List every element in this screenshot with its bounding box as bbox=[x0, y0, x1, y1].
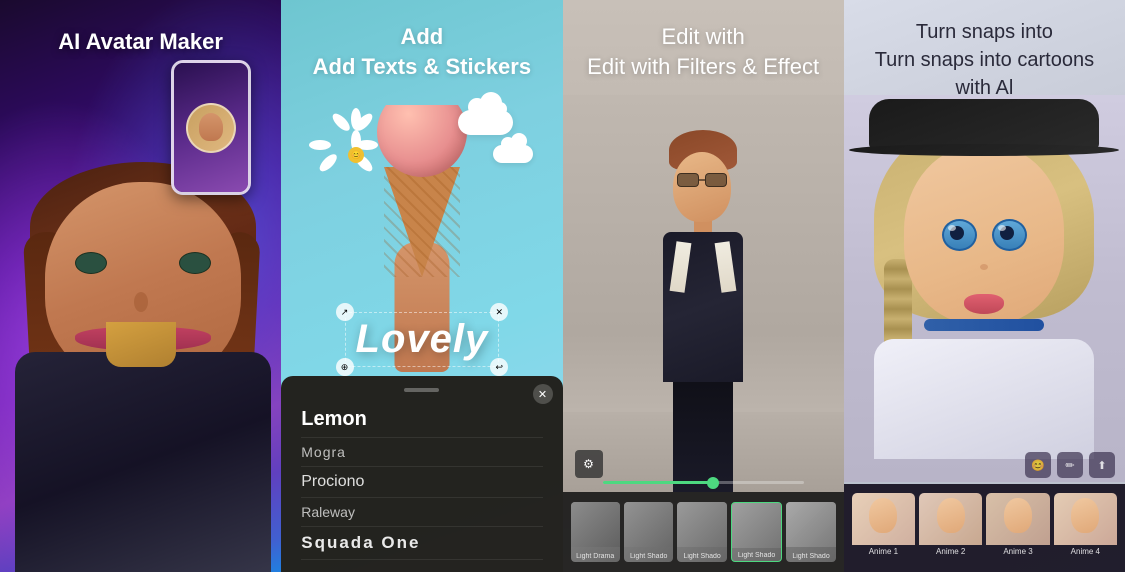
fashion-figure bbox=[638, 130, 768, 492]
anime-preview-3 bbox=[986, 493, 1049, 545]
anime-face-container bbox=[844, 95, 1125, 482]
anime-eyes bbox=[934, 219, 1034, 251]
filter-slider[interactable] bbox=[603, 481, 804, 484]
lovely-text-area: ↗ ✕ ↩ ⊕ Lovely bbox=[281, 312, 562, 367]
filter-strip: Light Drama Light Shado Light Shado Ligh… bbox=[563, 492, 844, 572]
anime-thumb-3[interactable]: Anime 3 bbox=[986, 493, 1049, 563]
ice-cream-cone bbox=[384, 167, 460, 277]
card-4-title: Turn snaps intoTurn snaps into cartoons … bbox=[859, 18, 1110, 102]
anime-thumb-2[interactable]: Anime 2 bbox=[919, 493, 982, 563]
export-icon: ⬆ bbox=[1097, 459, 1106, 472]
sunglasses bbox=[677, 172, 727, 188]
jacket-torso bbox=[663, 232, 743, 382]
filter-thumb-2[interactable]: Light Shado bbox=[624, 502, 673, 562]
rotate-handle[interactable]: ↗ bbox=[336, 303, 354, 321]
filter-label-3: Light Shado bbox=[677, 553, 726, 560]
slider-thumb[interactable] bbox=[707, 477, 719, 489]
delete-handle[interactable]: ✕ bbox=[490, 303, 508, 321]
filter-thumb-4[interactable]: Light Shado bbox=[731, 502, 782, 562]
export-icon-btn[interactable]: ⬆ bbox=[1089, 452, 1115, 478]
card-1-title: AI Avatar Maker bbox=[0, 28, 281, 57]
anime-preview-1 bbox=[852, 493, 915, 545]
face-icon-btn[interactable]: 😊 bbox=[1025, 452, 1051, 478]
filter-label-5: Light Shado bbox=[786, 553, 835, 560]
card-cartoons-ai: Turn snaps intoTurn snaps into cartoons … bbox=[844, 0, 1125, 572]
card-3-title: Edit withEdit with Filters & Effect bbox=[563, 22, 844, 81]
anime-left-eye bbox=[942, 219, 977, 251]
edit-icon-btn[interactable]: ✏ bbox=[1057, 452, 1083, 478]
anime-lips bbox=[964, 294, 1004, 314]
font-item-lemon[interactable]: Lemon bbox=[301, 402, 542, 438]
font-panel: ✕ Lemon Mogra Prociono Raleway Squada On… bbox=[281, 376, 562, 572]
daisy-sticker: 😊 bbox=[331, 130, 381, 180]
font-item-prociono[interactable]: Prociono bbox=[301, 467, 542, 498]
card-texts-stickers: AddAdd Texts & Stickers 😊 bbox=[281, 0, 562, 572]
filter-thumb-5[interactable]: Light Shado bbox=[786, 502, 835, 562]
nose bbox=[134, 292, 148, 312]
anime-icons-row: 😊 ✏ ⬆ bbox=[844, 452, 1125, 478]
close-button[interactable]: ✕ bbox=[533, 384, 553, 404]
filter-thumb-1[interactable]: Light Drama bbox=[571, 502, 620, 562]
app-screenshot: AI Avatar Maker bbox=[0, 0, 1125, 572]
settings-icon[interactable]: ⚙ bbox=[575, 450, 603, 478]
anime-preview-2 bbox=[919, 493, 982, 545]
daisy-face: 😊 bbox=[351, 151, 361, 160]
anime-face-oval-4 bbox=[1071, 498, 1099, 533]
slider-fill bbox=[603, 481, 714, 484]
filter-label-4: Light Shado bbox=[732, 552, 781, 559]
phone-screen bbox=[174, 63, 248, 192]
hat-brim bbox=[849, 144, 1119, 156]
anime-shoulders bbox=[874, 339, 1094, 459]
font-item-squada[interactable]: Squada One bbox=[301, 527, 542, 560]
cloud-sticker-2 bbox=[493, 145, 533, 163]
mini-avatar bbox=[186, 103, 236, 153]
collar bbox=[106, 322, 176, 367]
fashion-head bbox=[673, 152, 731, 222]
card-ai-avatar: AI Avatar Maker bbox=[0, 0, 281, 572]
anime-label-4: Anime 4 bbox=[1054, 547, 1117, 556]
anime-label-3: Anime 3 bbox=[986, 547, 1049, 556]
copy-handle[interactable]: ⊕ bbox=[336, 358, 354, 376]
phone-mockup bbox=[171, 60, 251, 195]
font-item-mogra[interactable]: Mogra bbox=[301, 438, 542, 467]
anime-thumb-4[interactable]: Anime 4 bbox=[1054, 493, 1117, 563]
anime-face-oval-2 bbox=[937, 498, 965, 533]
fashion-scene bbox=[563, 95, 844, 492]
anime-thumb-1[interactable]: Anime 1 bbox=[852, 493, 915, 563]
anime-preview-4 bbox=[1054, 493, 1117, 545]
left-eye bbox=[75, 252, 107, 274]
anime-right-eye bbox=[992, 219, 1027, 251]
filter-thumb-3[interactable]: Light Shado bbox=[677, 502, 726, 562]
filter-label-1: Light Drama bbox=[571, 553, 620, 560]
face-icon: 😊 bbox=[1031, 459, 1045, 472]
anime-face-oval-1 bbox=[869, 498, 897, 533]
anime-choker bbox=[924, 319, 1044, 331]
anime-style-carousel: Anime 1 Anime 2 Anime 3 Anime 4 bbox=[844, 484, 1125, 572]
anime-figure bbox=[884, 119, 1084, 459]
card-2-title: AddAdd Texts & Stickers bbox=[281, 22, 562, 81]
lovely-text: Lovely bbox=[356, 317, 489, 361]
anime-nose bbox=[980, 264, 988, 270]
edit-icon: ✏ bbox=[1065, 459, 1074, 472]
filter-label-2: Light Shado bbox=[624, 553, 673, 560]
panel-handle bbox=[404, 388, 439, 392]
anime-label-2: Anime 2 bbox=[919, 547, 982, 556]
anime-label-1: Anime 1 bbox=[852, 547, 915, 556]
legs bbox=[673, 382, 733, 492]
armor-body bbox=[15, 352, 271, 572]
card-filters-effects: Edit withEdit with Filters & Effect bbox=[563, 0, 844, 572]
cloud-sticker-1 bbox=[458, 110, 513, 135]
font-item-raleway[interactable]: Raleway bbox=[301, 498, 542, 527]
anime-face-oval-3 bbox=[1004, 498, 1032, 533]
hat-crown bbox=[869, 99, 1099, 149]
undo-handle[interactable]: ↩ bbox=[490, 358, 508, 376]
anime-hat bbox=[864, 99, 1104, 189]
right-eye bbox=[179, 252, 211, 274]
